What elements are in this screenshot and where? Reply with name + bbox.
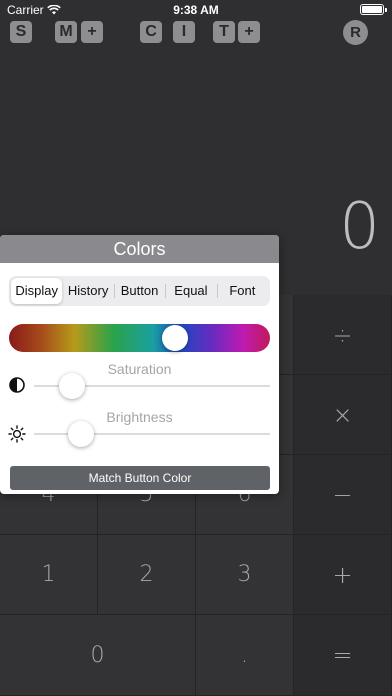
tab-button[interactable]: Button [113, 278, 165, 304]
color-target-segmented-control: Display History Button Equal Font [9, 276, 270, 306]
status-bar: Carrier 9:38 AM [0, 0, 392, 20]
sun-icon [8, 425, 26, 443]
tab-display[interactable]: Display [11, 278, 63, 304]
contrast-icon [8, 376, 26, 394]
divide-key[interactable]: ÷ [294, 295, 392, 375]
battery-icon [360, 4, 387, 15]
display-value: 0 [339, 190, 380, 264]
m-plus-key[interactable]: + [81, 21, 103, 43]
popover-title: Colors [0, 235, 279, 263]
tab-history[interactable]: History [62, 278, 113, 304]
status-time: 9:38 AM [173, 3, 219, 17]
key-2[interactable]: 2 [98, 535, 196, 615]
t-plus-key[interactable]: + [238, 21, 260, 43]
match-button-color-button[interactable]: Match Button Color [10, 466, 270, 490]
minus-key[interactable]: − [294, 455, 392, 535]
tab-font[interactable]: Font [216, 278, 268, 304]
i-key[interactable]: I [173, 21, 195, 43]
key-1[interactable]: 1 [0, 535, 98, 615]
tab-equal[interactable]: Equal [165, 278, 216, 304]
colors-popover: Colors Display History Button Equal Font… [0, 235, 279, 494]
saturation-slider-thumb[interactable] [59, 373, 85, 399]
t-key[interactable]: T [213, 21, 235, 43]
key-0[interactable]: 0 [0, 615, 196, 696]
c-key[interactable]: C [140, 21, 162, 43]
hue-slider[interactable] [9, 324, 270, 352]
s-key[interactable]: S [10, 21, 32, 43]
equals-key[interactable]: = [294, 615, 392, 696]
brightness-slider-thumb[interactable] [68, 421, 94, 447]
multiply-key[interactable]: × [294, 375, 392, 455]
hue-slider-thumb[interactable] [162, 325, 188, 351]
plus-key[interactable]: + [294, 535, 392, 615]
brightness-slider[interactable] [34, 421, 270, 447]
decimal-key[interactable]: . [196, 615, 294, 696]
m-key[interactable]: M [55, 21, 77, 43]
brightness-label: Brightness [106, 409, 173, 425]
saturation-label: Saturation [107, 361, 172, 377]
reset-key[interactable]: R [343, 20, 368, 45]
saturation-slider[interactable] [34, 373, 270, 399]
key-3[interactable]: 3 [196, 535, 294, 615]
